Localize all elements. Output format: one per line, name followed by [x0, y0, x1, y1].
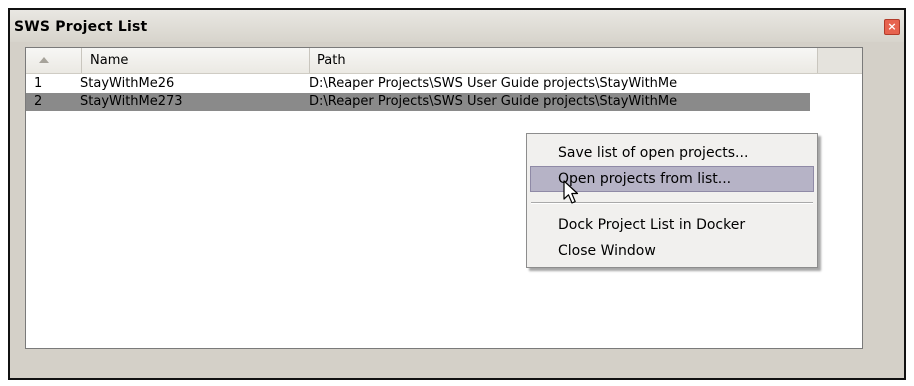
row-index: 2 — [34, 94, 43, 109]
row-path: D:\Reaper Projects\SWS User Guide projec… — [309, 94, 678, 109]
mouse-pointer-icon — [563, 180, 579, 204]
menu-item-dock-in-docker[interactable]: Dock Project List in Docker — [530, 212, 814, 238]
row-name: StayWithMe273 — [80, 94, 183, 109]
column-header-name[interactable]: Name — [82, 48, 310, 73]
column-header-path[interactable]: Path — [310, 48, 818, 73]
table-row[interactable]: 1 StayWithMe26 D:\Reaper Projects\SWS Us… — [26, 75, 810, 93]
row-index: 1 — [34, 76, 43, 91]
table-row-selected[interactable]: 2 StayWithMe273 D:\Reaper Projects\SWS U… — [26, 93, 810, 111]
row-name: StayWithMe26 — [80, 76, 175, 91]
column-header-filler — [818, 48, 862, 73]
sort-ascending-icon — [39, 57, 49, 63]
menu-item-save-list[interactable]: Save list of open projects... — [530, 140, 814, 166]
window-title: SWS Project List — [14, 19, 148, 35]
window-titlebar[interactable]: SWS Project List × — [10, 10, 904, 42]
list-header: Name Path — [26, 48, 862, 74]
column-header-sort[interactable] — [26, 48, 82, 73]
row-path: D:\Reaper Projects\SWS User Guide projec… — [309, 76, 678, 91]
menu-item-close-window[interactable]: Close Window — [530, 238, 814, 264]
close-icon[interactable]: × — [884, 19, 900, 35]
